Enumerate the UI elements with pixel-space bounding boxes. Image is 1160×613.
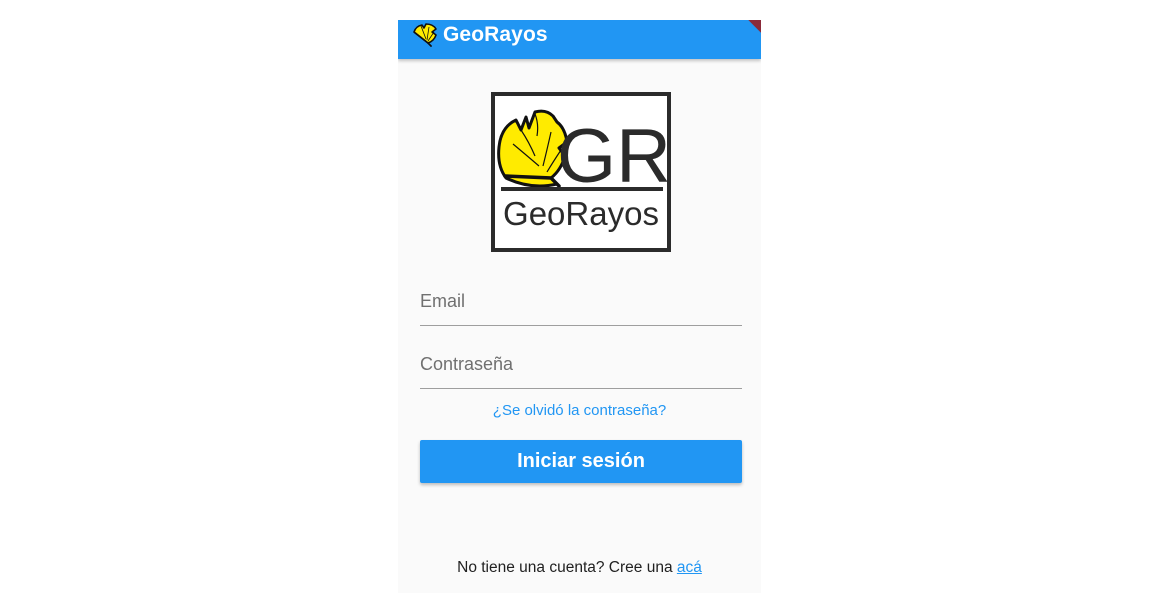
logo-monogram: GR — [557, 114, 671, 199]
page: GeoRayos GR GeoRayos ¿Se olvidó la contr… — [0, 0, 1160, 613]
signup-prompt: No tiene una cuenta? Cree una acá — [398, 559, 761, 577]
forgot-password-link[interactable]: ¿Se olvidó la contraseña? — [398, 402, 761, 419]
app-bar: GeoRayos — [398, 20, 761, 59]
login-button[interactable]: Iniciar sesión — [420, 440, 742, 483]
password-input[interactable] — [420, 344, 742, 384]
app-title: GeoRayos — [443, 23, 548, 46]
logo-wordmark: GeoRayos — [503, 195, 659, 232]
ginkgo-leaf-icon — [413, 23, 437, 47]
app-screen: GeoRayos GR GeoRayos ¿Se olvidó la contr… — [398, 20, 761, 593]
georayos-logo: GR GeoRayos — [491, 92, 671, 252]
signup-link[interactable]: acá — [677, 559, 702, 576]
signup-prompt-text: No tiene una cuenta? Cree una — [457, 559, 677, 576]
email-field[interactable] — [420, 281, 742, 326]
password-field[interactable] — [420, 344, 742, 389]
email-input[interactable] — [420, 281, 742, 321]
